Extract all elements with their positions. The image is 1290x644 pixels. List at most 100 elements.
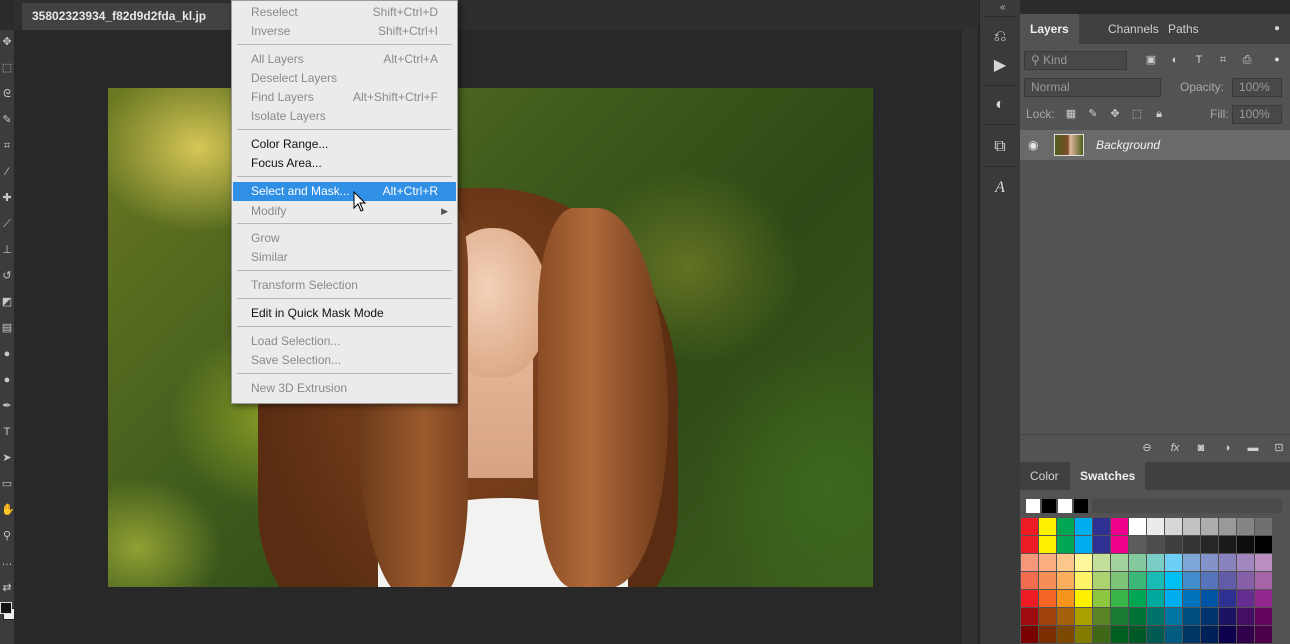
color-swatch[interactable] xyxy=(1075,608,1092,625)
brush-tool-icon[interactable]: ⟋ xyxy=(1,218,13,230)
color-swatch[interactable] xyxy=(1147,518,1164,535)
color-swatch[interactable] xyxy=(1039,554,1056,571)
canvas-scrollbar[interactable] xyxy=(962,30,977,644)
color-swatch[interactable] xyxy=(1021,518,1038,535)
link-layers-icon[interactable]: ⊖ xyxy=(1140,441,1154,455)
new-group-icon[interactable]: ▬ xyxy=(1246,441,1260,455)
color-swatch[interactable] xyxy=(1183,590,1200,607)
color-swatch[interactable] xyxy=(1237,626,1254,643)
color-swatch[interactable] xyxy=(1165,536,1182,553)
color-swatch[interactable] xyxy=(1183,518,1200,535)
filter-type-icon[interactable]: T xyxy=(1192,53,1206,67)
color-swatch[interactable] xyxy=(1201,536,1218,553)
color-swatch[interactable] xyxy=(1093,536,1110,553)
color-swatch[interactable] xyxy=(1237,608,1254,625)
color-swatch[interactable] xyxy=(1147,608,1164,625)
color-swatch[interactable] xyxy=(1165,608,1182,625)
layer-row-background[interactable]: ◉ Background xyxy=(1020,130,1290,160)
color-swatch[interactable] xyxy=(1111,572,1128,589)
menu-item-find-layers[interactable]: Find Layers Alt+Shift+Ctrl+F xyxy=(233,88,456,107)
color-swatch[interactable] xyxy=(1183,554,1200,571)
color-swatch[interactable] xyxy=(1255,554,1272,571)
color-swatch[interactable] xyxy=(1201,518,1218,535)
menu-item-save-selection[interactable]: Save Selection... xyxy=(233,351,456,370)
menu-item-load-selection[interactable]: Load Selection... xyxy=(233,332,456,351)
color-swatch[interactable] xyxy=(1255,518,1272,535)
blend-mode-dropdown[interactable]: Normal xyxy=(1024,78,1161,97)
color-swatch[interactable] xyxy=(1021,590,1038,607)
shape-tool-icon[interactable]: ▭ xyxy=(1,478,13,490)
recent-swatch[interactable] xyxy=(1042,499,1056,513)
color-swatch[interactable] xyxy=(1093,554,1110,571)
menu-item-quick-mask[interactable]: Edit in Quick Mask Mode xyxy=(233,304,456,323)
color-swatch[interactable] xyxy=(1237,518,1254,535)
history-panel-icon[interactable]: ⎌ xyxy=(988,25,1012,49)
color-swatch[interactable] xyxy=(1021,608,1038,625)
character-panel-icon[interactable]: A xyxy=(988,176,1012,200)
color-swatch[interactable] xyxy=(1039,518,1056,535)
color-swatch[interactable] xyxy=(1129,536,1146,553)
crop-tool-icon[interactable]: ⌗ xyxy=(1,140,13,152)
color-swatch[interactable] xyxy=(1165,590,1182,607)
filter-adjustment-icon[interactable]: ◐ xyxy=(1168,53,1182,67)
filter-smart-object-icon[interactable]: ⎙ xyxy=(1240,53,1254,67)
color-swatch[interactable] xyxy=(1219,518,1236,535)
tab-color[interactable]: Color xyxy=(1020,462,1069,490)
color-swatch[interactable] xyxy=(1147,572,1164,589)
color-swatch[interactable] xyxy=(1165,554,1182,571)
menu-item-select-and-mask[interactable]: Select and Mask... Alt+Ctrl+R xyxy=(233,182,456,201)
layer-filter-kind-dropdown[interactable]: ⚲ Kind xyxy=(1024,51,1127,70)
color-swatch[interactable] xyxy=(1237,536,1254,553)
lock-pixels-icon[interactable]: ✎ xyxy=(1086,107,1100,121)
type-tool-icon[interactable]: T xyxy=(1,426,13,438)
menu-item-modify[interactable]: Modify ▶ xyxy=(233,202,456,221)
color-swatch[interactable] xyxy=(1219,572,1236,589)
color-swatch[interactable] xyxy=(1093,572,1110,589)
color-swatch[interactable] xyxy=(1201,572,1218,589)
color-swatch[interactable] xyxy=(1255,608,1272,625)
properties-panel-icon[interactable]: ⧉ xyxy=(988,135,1012,159)
clone-stamp-tool-icon[interactable]: ⊥ xyxy=(1,244,13,256)
color-swatch[interactable] xyxy=(1111,518,1128,535)
color-swatch[interactable] xyxy=(1111,608,1128,625)
color-swatch[interactable] xyxy=(1039,626,1056,643)
color-swatch[interactable] xyxy=(1219,608,1236,625)
color-swatch[interactable] xyxy=(1219,536,1236,553)
color-swatch[interactable] xyxy=(1057,608,1074,625)
swap-colors-icon[interactable]: ⇄ xyxy=(1,582,13,594)
recent-swatch[interactable] xyxy=(1074,499,1088,513)
healing-brush-tool-icon[interactable]: ✚ xyxy=(1,192,13,204)
tab-paths[interactable]: Paths xyxy=(1158,14,1209,44)
color-swatch[interactable] xyxy=(1129,626,1146,643)
lasso-tool-icon[interactable]: ᘓ xyxy=(1,88,13,100)
color-swatch[interactable] xyxy=(1075,518,1092,535)
menu-item-all-layers[interactable]: All Layers Alt+Ctrl+A xyxy=(233,50,456,69)
color-swatch[interactable] xyxy=(1075,590,1092,607)
color-swatch[interactable] xyxy=(1201,590,1218,607)
color-swatch[interactable] xyxy=(1039,590,1056,607)
color-swatch[interactable] xyxy=(1129,518,1146,535)
menu-item-inverse[interactable]: Inverse Shift+Ctrl+I xyxy=(233,22,456,41)
history-brush-tool-icon[interactable]: ↺ xyxy=(1,270,13,282)
color-swatch[interactable] xyxy=(1057,518,1074,535)
tab-swatches[interactable]: Swatches xyxy=(1070,462,1146,490)
actions-play-icon[interactable]: ▶ xyxy=(988,54,1012,78)
path-selection-tool-icon[interactable]: ➤ xyxy=(1,452,13,464)
color-swatch[interactable] xyxy=(1237,554,1254,571)
color-swatch[interactable] xyxy=(1129,608,1146,625)
panel-menu-icon[interactable]: ● xyxy=(1270,22,1284,36)
menu-item-grow[interactable]: Grow xyxy=(233,229,456,248)
color-swatch[interactable] xyxy=(1021,626,1038,643)
color-swatch[interactable] xyxy=(1039,572,1056,589)
color-swatch[interactable] xyxy=(1093,608,1110,625)
color-swatch[interactable] xyxy=(1219,626,1236,643)
color-swatch[interactable] xyxy=(1165,518,1182,535)
color-swatch[interactable] xyxy=(1129,590,1146,607)
color-swatch[interactable] xyxy=(1201,608,1218,625)
menu-item-reselect[interactable]: Reselect Shift+Ctrl+D xyxy=(233,3,456,22)
move-tool-icon[interactable]: ✥ xyxy=(1,36,13,48)
color-swatch[interactable] xyxy=(1255,590,1272,607)
blur-tool-icon[interactable]: ● xyxy=(1,348,13,360)
opacity-field[interactable]: 100% xyxy=(1232,78,1282,97)
color-swatch[interactable] xyxy=(1075,536,1092,553)
